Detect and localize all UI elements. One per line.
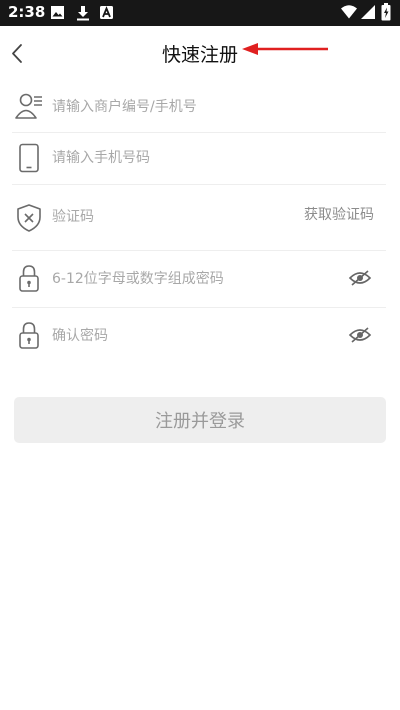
page-title: 快速注册: [161, 44, 238, 66]
register-login-button[interactable]: 注册并登录: [14, 397, 386, 443]
phone-row: [12, 132, 386, 185]
confirm-password-input[interactable]: [52, 324, 312, 348]
phone-icon: [19, 143, 39, 173]
code-row: 获取验证码: [12, 184, 386, 251]
eye-hidden-icon[interactable]: [348, 325, 372, 345]
lock-icon: [19, 322, 39, 349]
image-icon: [51, 6, 64, 19]
password-row: [12, 250, 386, 308]
eye-hidden-icon[interactable]: [348, 268, 372, 288]
wifi-icon: [341, 5, 357, 19]
get-code-button[interactable]: 获取验证码: [304, 204, 374, 224]
phone-input[interactable]: [52, 146, 352, 170]
download-icon: [77, 6, 89, 21]
a-notification-icon: [100, 6, 113, 19]
confirm-password-row: [12, 307, 386, 363]
status-bar: 2:38: [0, 0, 400, 26]
lock-icon: [19, 265, 39, 292]
account-row: [12, 82, 386, 133]
code-input[interactable]: [52, 205, 252, 229]
status-time: 2:38: [8, 3, 46, 21]
red-arrow-annotation: [242, 43, 328, 55]
shield-x-icon: [17, 204, 41, 232]
app-bar: 快速注册: [0, 26, 400, 82]
user-list-icon: [15, 93, 42, 119]
password-input[interactable]: [52, 267, 312, 291]
signal-icon: [361, 5, 375, 19]
battery-icon: [381, 3, 391, 21]
account-input[interactable]: [52, 95, 352, 119]
